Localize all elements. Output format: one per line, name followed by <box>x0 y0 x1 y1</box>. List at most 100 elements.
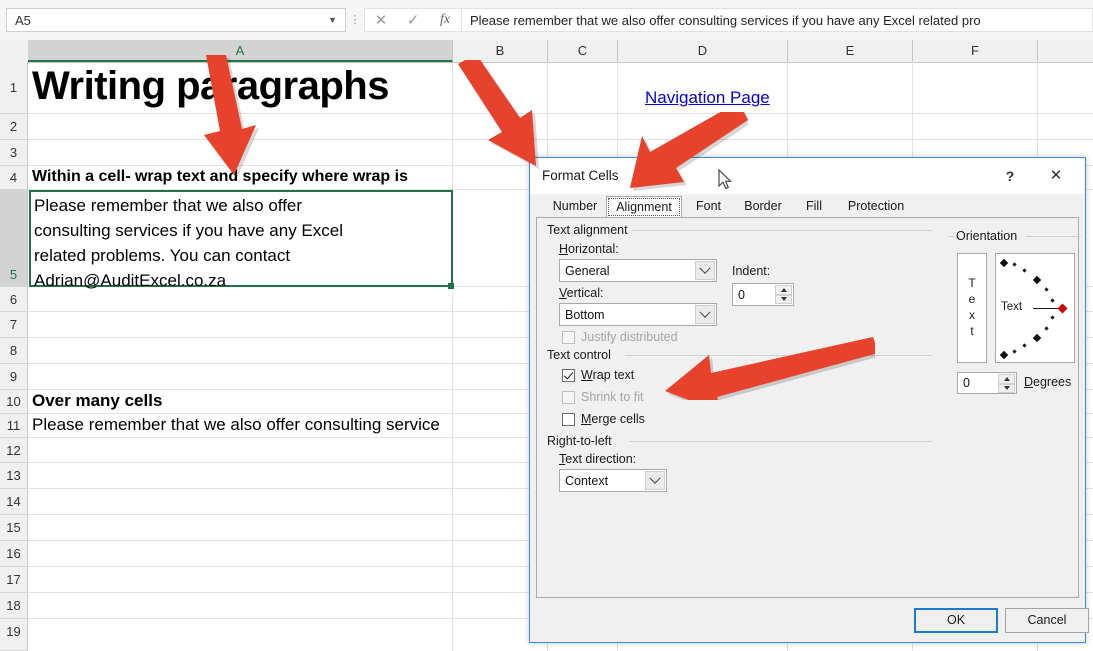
vertical-alignment-value: Bottom <box>565 307 605 322</box>
label-text-direction: Text direction: <box>559 452 637 466</box>
group-label-text-control: Text control <box>547 348 617 362</box>
navigation-page-link[interactable]: Navigation Page <box>645 88 770 108</box>
orientation-dot-0-selected[interactable] <box>1057 303 1068 314</box>
orientation-dot-neg15[interactable] <box>1050 315 1055 320</box>
close-icon[interactable]: ✕ <box>1037 165 1075 187</box>
row-header-13[interactable]: 13 <box>0 463 28 489</box>
checkbox-box <box>562 368 575 382</box>
help-icon[interactable]: ? <box>997 165 1023 187</box>
orientation-dot-neg45[interactable] <box>1032 333 1042 343</box>
gridline-h-1 <box>28 113 1093 114</box>
orientation-dot-15[interactable] <box>1050 298 1055 303</box>
orientation-dot-68[interactable] <box>1022 268 1027 273</box>
group-label-text-alignment: Text alignment <box>547 223 634 237</box>
chevron-down-icon[interactable] <box>695 305 715 324</box>
orientation-vertical-text-button[interactable]: Text <box>957 253 987 363</box>
spin-down-icon[interactable] <box>775 294 792 304</box>
row-header-14[interactable]: 14 <box>0 489 28 515</box>
row-header-17[interactable]: 17 <box>0 567 28 593</box>
indent-spin-buttons[interactable] <box>775 285 792 304</box>
chevron-down-icon[interactable]: ▼ <box>328 15 341 25</box>
column-header-f[interactable]: F <box>913 40 1038 62</box>
name-box[interactable]: A5 ▼ <box>6 8 346 32</box>
more-options-icon[interactable]: ⋮ <box>346 15 364 26</box>
orientation-dot-neg68[interactable] <box>1022 343 1027 348</box>
justify-distributed-checkbox[interactable]: Justify distributed <box>562 330 678 344</box>
row-header-9[interactable]: 9 <box>0 364 28 390</box>
cell-a12[interactable]: Please remember that we also offer consu… <box>32 414 440 436</box>
text-direction-select[interactable]: Context <box>559 469 667 492</box>
formula-input[interactable]: Please remember that we also offer consu… <box>462 8 1093 32</box>
cell-a1[interactable]: Writing paragraphs <box>32 64 389 108</box>
row-header-4[interactable]: 4 <box>0 166 28 190</box>
orientation-dot-neg90[interactable] <box>999 350 1009 360</box>
orientation-dot-75[interactable] <box>1012 262 1017 267</box>
vertical-alignment-select[interactable]: Bottom <box>559 303 717 326</box>
checkbox-box <box>562 330 575 344</box>
row-header-2[interactable]: 2 <box>0 114 28 140</box>
column-header-a[interactable]: A <box>28 40 453 62</box>
cell-a11[interactable]: Over many cells <box>32 390 162 412</box>
tab-protection[interactable]: Protection <box>837 196 915 218</box>
tab-fill[interactable]: Fill <box>794 196 834 218</box>
shrink-to-fit-checkbox[interactable]: Shrink to fit <box>562 390 644 404</box>
orientation-dot-45[interactable] <box>1032 275 1042 285</box>
orientation-dot-neg75[interactable] <box>1012 349 1017 354</box>
orientation-dial-label: Text <box>1001 301 1023 313</box>
column-header-b[interactable]: B <box>453 40 548 62</box>
horizontal-alignment-select[interactable]: General <box>559 259 717 282</box>
wrap-text-checkbox[interactable]: Wrap text <box>562 368 634 382</box>
label-vertical-rest: ertical: <box>566 286 604 300</box>
indent-stepper[interactable]: 0 <box>732 283 794 306</box>
cell-a4[interactable]: Within a cell- wrap text and specify whe… <box>32 166 408 188</box>
dialog-title: Format Cells <box>542 168 619 183</box>
confirm-check-icon[interactable]: ✓ <box>397 9 429 31</box>
gridline-v-a <box>452 62 453 651</box>
degrees-stepper[interactable]: 0 <box>957 372 1017 394</box>
column-header-c[interactable]: C <box>548 40 618 62</box>
wrap-text-label: Wrap text <box>581 368 635 382</box>
tab-alignment[interactable]: Alignment <box>606 196 682 218</box>
cancel-x-icon[interactable]: ✕ <box>365 9 397 31</box>
chevron-down-icon[interactable] <box>695 261 715 280</box>
chevron-down-icon[interactable] <box>645 471 665 490</box>
row-header-3[interactable]: 3 <box>0 140 28 166</box>
group-label-orientation: Orientation <box>956 229 1024 243</box>
tab-font[interactable]: Font <box>685 196 732 218</box>
row-header-6[interactable]: 6 <box>0 287 28 312</box>
insert-function-icon[interactable]: fx <box>429 9 461 31</box>
cell-a5-selected[interactable]: Please remember that we also offer consu… <box>29 190 453 290</box>
row-header-10[interactable]: 10 <box>0 390 28 414</box>
row-header-11[interactable]: 11 <box>0 414 28 438</box>
row-header-8[interactable]: 8 <box>0 338 28 364</box>
cancel-button[interactable]: Cancel <box>1005 608 1089 633</box>
degrees-label: Degrees <box>1024 375 1072 389</box>
row-header-16[interactable]: 16 <box>0 541 28 567</box>
row-header-12[interactable]: 12 <box>0 438 28 463</box>
dialog-body: Text alignment Horizontal: General Inden… <box>536 217 1081 598</box>
row-header-5[interactable]: 5 <box>0 190 28 287</box>
row-header-1[interactable]: 1 <box>0 62 28 114</box>
orientation-dot-90[interactable] <box>999 258 1009 268</box>
justify-distributed-label: Justify distributed <box>581 330 678 344</box>
tab-border[interactable]: Border <box>735 196 791 218</box>
spin-down-icon[interactable] <box>998 383 1015 393</box>
row-header-18[interactable]: 18 <box>0 593 28 619</box>
row-header-7[interactable]: 7 <box>0 312 28 338</box>
orientation-dot-30[interactable] <box>1044 287 1049 292</box>
column-header-e[interactable]: E <box>788 40 913 62</box>
indent-value: 0 <box>738 287 745 302</box>
orientation-dial[interactable]: Text <box>995 253 1075 363</box>
spin-up-icon[interactable] <box>998 374 1015 384</box>
fill-handle[interactable] <box>448 283 454 289</box>
column-header-d[interactable]: D <box>618 40 788 62</box>
orientation-dot-neg30[interactable] <box>1044 326 1049 331</box>
group-label-right-to-left: Right-to-left <box>547 434 618 448</box>
degrees-spin-buttons[interactable] <box>998 374 1015 393</box>
row-header-19[interactable]: 19 <box>0 619 28 651</box>
ok-button[interactable]: OK <box>914 608 998 633</box>
spin-up-icon[interactable] <box>775 285 792 295</box>
row-header-15[interactable]: 15 <box>0 515 28 541</box>
tab-number[interactable]: Number <box>544 196 606 218</box>
merge-cells-checkbox[interactable]: Merge cells <box>562 412 645 426</box>
